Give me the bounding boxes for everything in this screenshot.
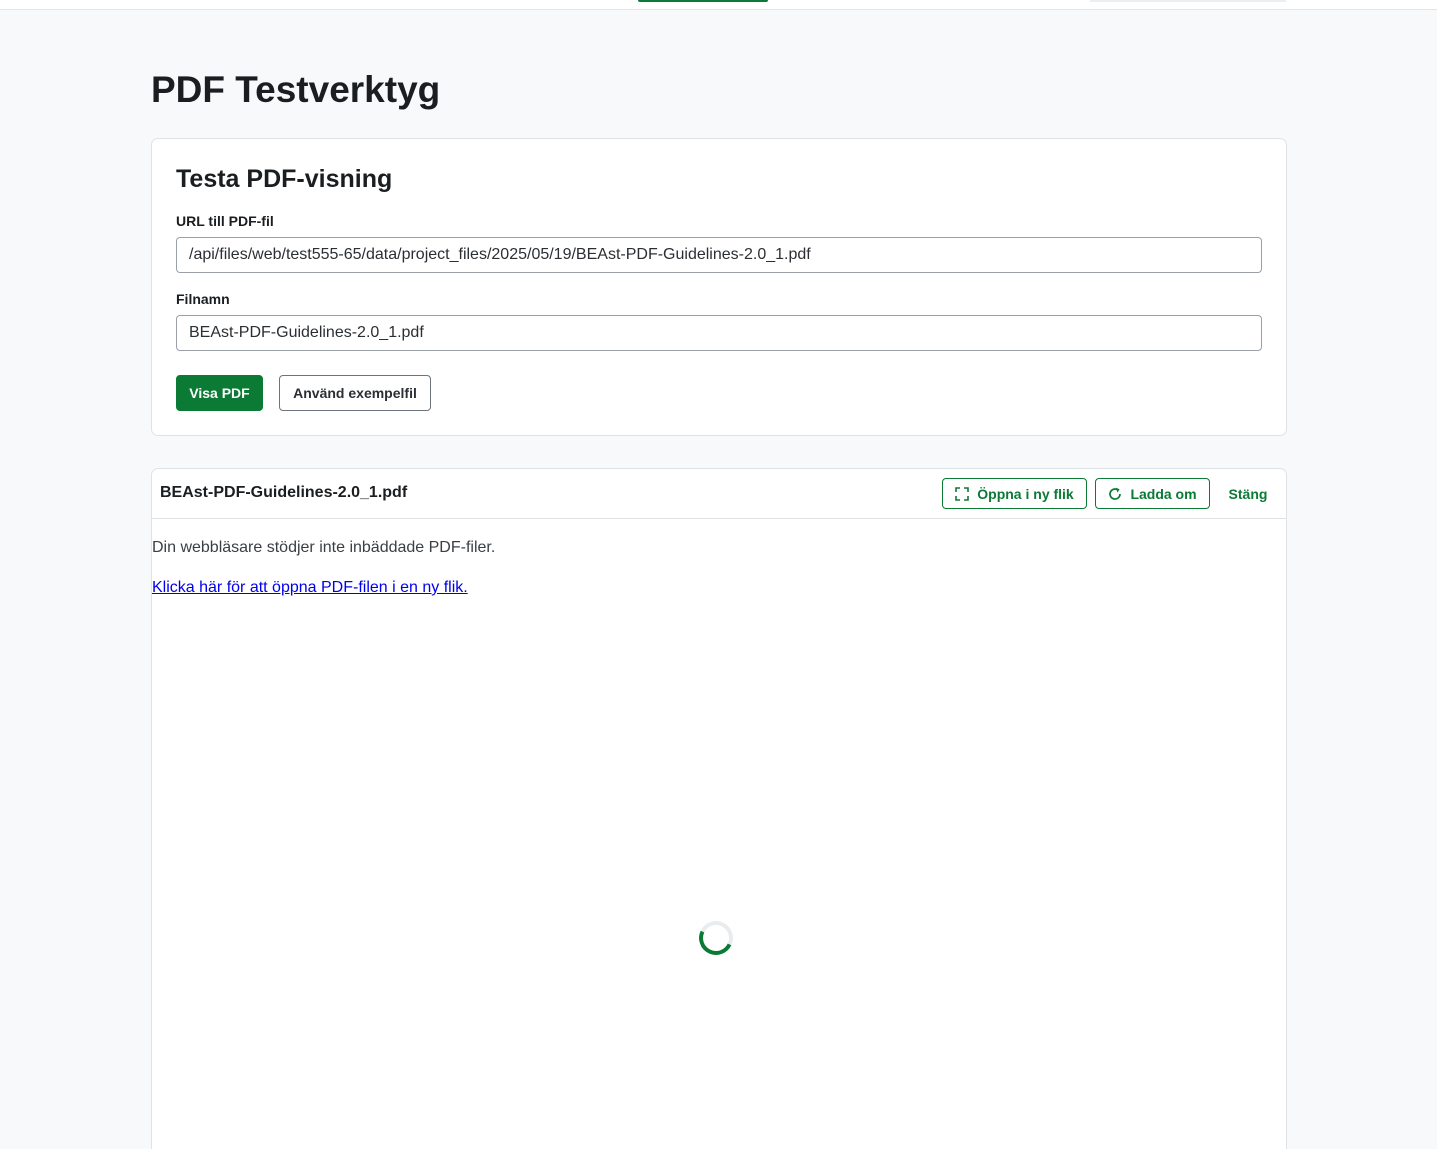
- pdf-test-form-card: Testa PDF-visning URL till PDF-fil Filna…: [151, 138, 1287, 436]
- active-nav-indicator: [638, 0, 768, 2]
- top-search-field[interactable]: [1090, 0, 1286, 2]
- embed-not-supported-text: Din webbläsare stödjer inte inbäddade PD…: [152, 539, 496, 556]
- pdf-viewer-card: BEAst-PDF-Guidelines-2.0_1.pdf Öppna i n…: [151, 468, 1287, 1149]
- url-input[interactable]: [176, 237, 1262, 273]
- use-example-file-button[interactable]: Använd exempelfil: [279, 375, 431, 411]
- reload-icon: [1108, 487, 1122, 501]
- open-in-new-tab-label: Öppna i ny flik: [977, 485, 1074, 502]
- reload-label: Ladda om: [1130, 485, 1197, 502]
- viewer-filename: BEAst-PDF-Guidelines-2.0_1.pdf: [160, 484, 408, 501]
- show-pdf-button[interactable]: Visa PDF: [176, 375, 263, 411]
- open-pdf-new-tab-link[interactable]: Klicka här för att öppna PDF-filen i en …: [152, 579, 468, 597]
- filename-input[interactable]: [176, 315, 1262, 351]
- top-navbar: [0, 0, 1437, 10]
- reload-button[interactable]: Ladda om: [1095, 478, 1210, 509]
- expand-icon: [955, 486, 970, 501]
- filename-label: Filnamn: [176, 291, 230, 307]
- viewer-header: BEAst-PDF-Guidelines-2.0_1.pdf Öppna i n…: [152, 469, 1286, 519]
- pdf-embed-area: Din webbläsare stödjer inte inbäddade PD…: [152, 519, 1286, 1149]
- form-heading: Testa PDF-visning: [176, 165, 393, 193]
- open-in-new-tab-button[interactable]: Öppna i ny flik: [942, 478, 1087, 509]
- loading-spinner: [694, 916, 738, 960]
- url-label: URL till PDF-fil: [176, 213, 274, 229]
- page-title: PDF Testverktyg: [151, 69, 441, 110]
- close-viewer-button[interactable]: Stäng: [1222, 478, 1274, 509]
